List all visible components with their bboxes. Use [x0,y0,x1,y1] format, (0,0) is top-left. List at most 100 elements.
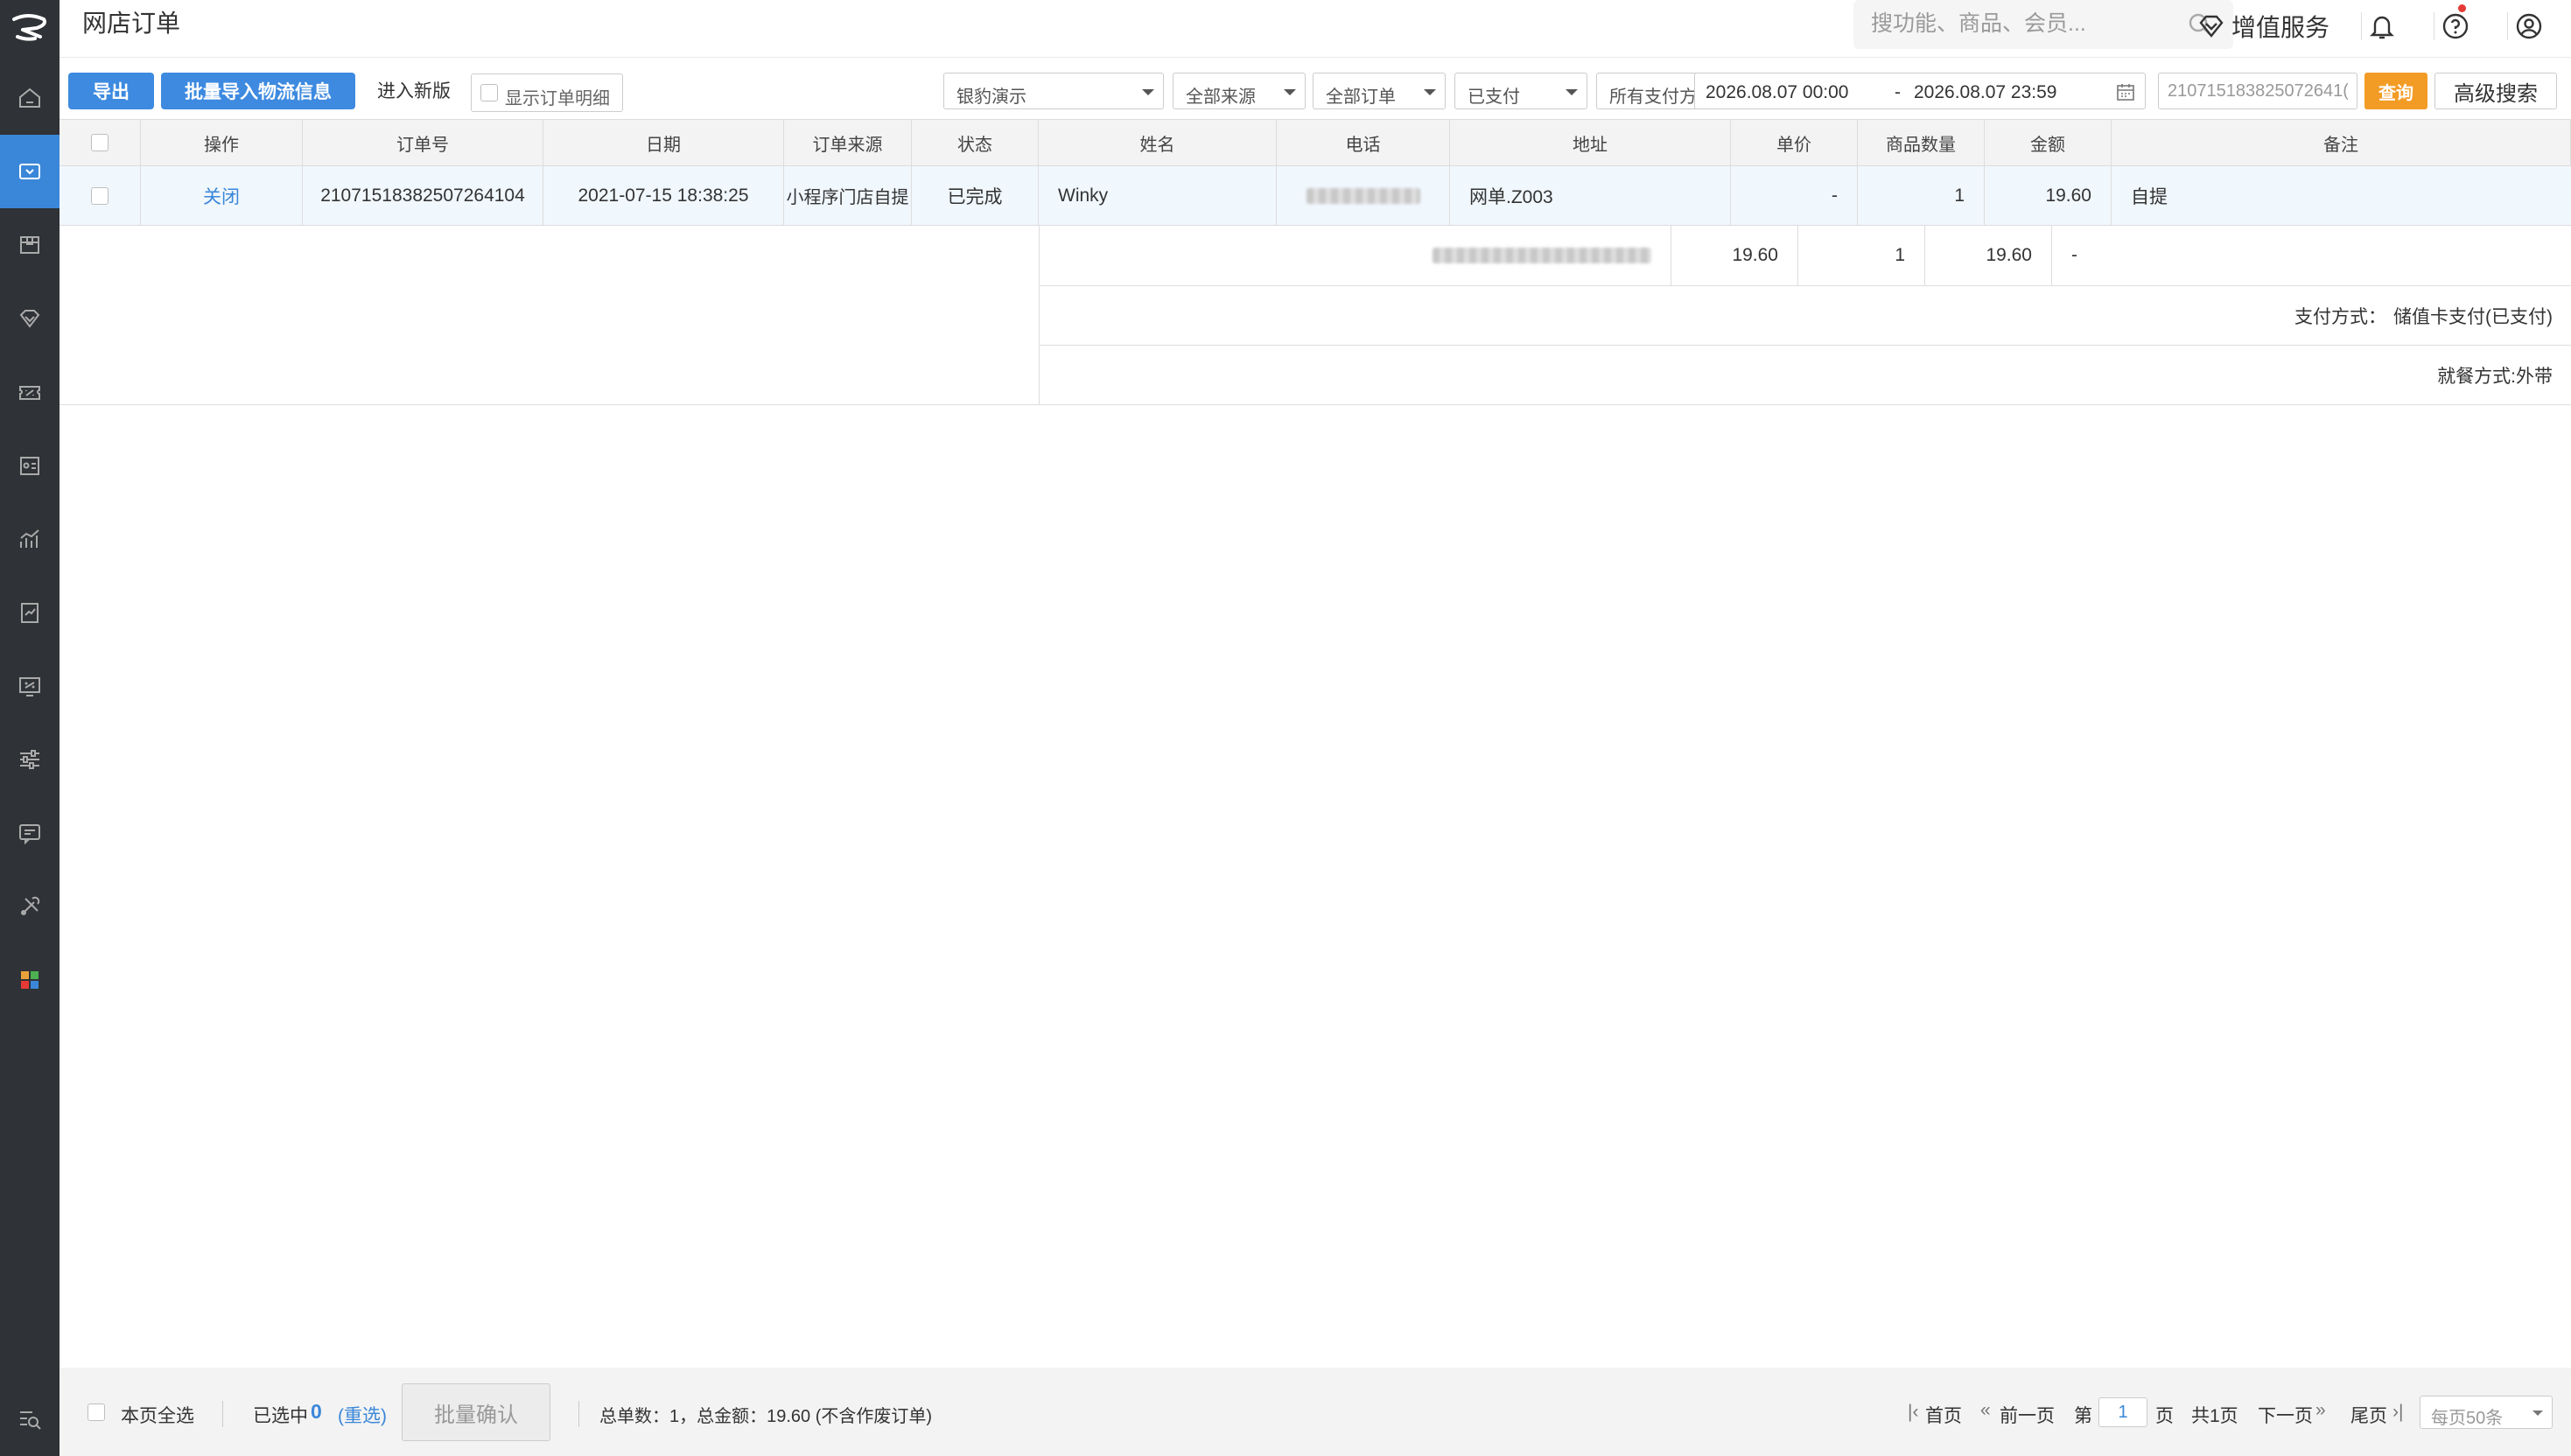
order-type-select-value: 全部订单 [1326,88,1396,107]
table-header: 操作 订单号 日期 订单来源 状态 姓名 电话 地址 单价 商品数量 金额 备注 [60,119,2571,166]
export-button[interactable]: 导出 [68,73,154,109]
chart-icon [20,529,39,548]
date-end: 2026.08.07 23:59 [1914,82,2057,102]
diamond-icon [19,310,40,328]
item-amount-cell: 19.60 [1925,226,2052,285]
sidebar-item-employees[interactable] [0,429,60,502]
column-header: 操作 [141,120,303,165]
new-version-link[interactable]: 进入新版 [377,77,451,103]
column-header: 订单来源 [784,120,912,165]
payment-method-cell: 支付方式： 储值卡支付(已支付) [1040,286,2571,345]
last-page-link[interactable]: 尾页 [2350,1402,2387,1428]
order-type-select[interactable]: 全部订单 [1313,73,1446,109]
date-range-picker[interactable]: 2026.08.07 00:00 - 2026.08.07 23:59 [1694,73,2146,109]
select-all-header [60,120,141,165]
prev-page-icon[interactable]: « [1980,1400,1991,1421]
source-select[interactable]: 全部来源 [1173,73,1306,109]
payment-method-value: 储值卡支付(已支付) [2393,306,2553,327]
row-checkbox[interactable] [91,186,109,205]
prev-page-link[interactable]: 前一页 [2000,1402,2055,1428]
table-row[interactable]: 关闭 21071518382507264104 2021-07-15 18:38… [60,166,2571,226]
per-page-select[interactable]: 每页50条 [2420,1396,2553,1429]
first-page-link[interactable]: 首页 [1925,1402,1962,1428]
advanced-search-button[interactable]: 高级搜索 [2434,73,2557,109]
user-avatar-icon[interactable] [2513,10,2545,42]
show-order-details-toggle[interactable]: 显示订单明细 [471,74,623,112]
sidebar-item-products[interactable] [0,208,60,282]
chevron-down-icon [2532,1410,2543,1416]
chevron-down-icon [1566,89,1578,95]
amount-cell: 19.60 [1985,166,2112,225]
diamond-icon [2199,15,2224,38]
column-header: 电话 [1277,120,1450,165]
item-quantity-cell: 1 [1798,226,1925,285]
order-number-input[interactable] [2158,73,2357,109]
settings-sliders-icon [20,750,39,769]
source-select-value: 全部来源 [1186,88,1256,107]
calendar-icon[interactable] [2115,81,2136,102]
sidebar-item-settings[interactable] [0,723,60,796]
item-remark-cell: - [2071,245,2077,265]
sidebar-item-members[interactable] [0,282,60,355]
sidebar [0,0,60,1456]
search-list-icon [20,1411,41,1430]
sidebar-item-stats[interactable] [0,502,60,576]
close-order-link[interactable]: 关闭 [203,183,240,209]
dining-method-cell: 就餐方式:外带 [2437,366,2553,387]
sidebar-item-reports[interactable] [0,576,60,649]
source-cell: 小程序门店自提 [784,166,912,225]
show-details-checkbox[interactable] [480,84,498,102]
global-search[interactable] [1853,0,2233,49]
batch-import-logistics-button[interactable]: 批量导入物流信息 [161,73,355,109]
discount-icon [19,677,40,696]
page-number-input[interactable] [2098,1397,2147,1427]
total-pages: 共1页 [2191,1406,2238,1426]
logo-icon[interactable] [0,0,60,56]
selected-count: 0 [311,1400,322,1423]
select-all-checkbox[interactable] [91,134,109,151]
store-select-value: 银豹演示 [956,88,1026,107]
name-cell: Winky [1039,166,1277,225]
sidebar-item-tools[interactable] [0,870,60,943]
footer-divider [222,1401,223,1427]
ticket-icon [19,386,40,400]
help-icon[interactable] [2440,10,2471,42]
date-cell: 2021-07-15 18:38:25 [543,166,784,225]
sidebar-item-promotions[interactable] [0,649,60,723]
page-title: 网店订单 [82,10,181,37]
app-root: 网店订单 增值服务 导出 批量导入物流信息 进入新版 显示订单明细 银豹演示 [0,0,2571,1456]
sidebar-item-home[interactable] [0,61,60,135]
order-summary: 总单数：1，总金额：19.60 (不含作废订单) [599,1407,933,1426]
per-page-value: 每页50条 [2431,1409,2504,1428]
sidebar-item-coupons[interactable] [0,355,60,429]
date-start: 2026.08.07 00:00 [1706,82,1849,102]
top-header: 网店订单 增值服务 [60,0,2571,58]
next-page-icon[interactable]: » [2315,1400,2326,1421]
footer-bar: 本页全选 已选中 0 (重选) 批量确认 总单数：1，总金额：19.60 (不含… [60,1368,2571,1456]
query-button[interactable]: 查询 [2364,73,2427,109]
payment-method-row: 支付方式： 储值卡支付(已支付) [1039,286,2571,346]
sidebar-item-apps[interactable] [0,943,60,1017]
show-details-label: 显示订单明细 [505,89,610,108]
row-select-cell [60,166,141,225]
order-icon [19,164,40,179]
unit-price-cell: - [1731,166,1858,225]
store-select[interactable]: 银豹演示 [943,73,1164,109]
page-select-all-checkbox[interactable] [88,1404,105,1421]
sidebar-item-orders[interactable] [0,135,60,208]
reset-selection-link[interactable]: (重选) [338,1402,387,1428]
column-header: 地址 [1450,120,1731,165]
payment-method-label: 支付方式： [2294,306,2386,327]
value-added-service-button[interactable]: 增值服务 [2198,9,2329,44]
batch-confirm-button[interactable]: 批量确认 [402,1383,550,1441]
page-select-all-label: 本页全选 [121,1406,194,1426]
sidebar-item-messages[interactable] [0,796,60,870]
last-page-icon[interactable]: ›| [2392,1402,2403,1423]
member-card-icon [20,457,39,475]
search-input[interactable] [1871,9,2168,38]
sidebar-item-search[interactable] [0,1382,60,1456]
pay-status-select[interactable]: 已支付 [1454,73,1587,109]
bell-icon[interactable] [2366,10,2398,42]
first-page-icon[interactable]: |‹ [1908,1402,1918,1423]
next-page-link[interactable]: 下一页 [2258,1402,2313,1428]
